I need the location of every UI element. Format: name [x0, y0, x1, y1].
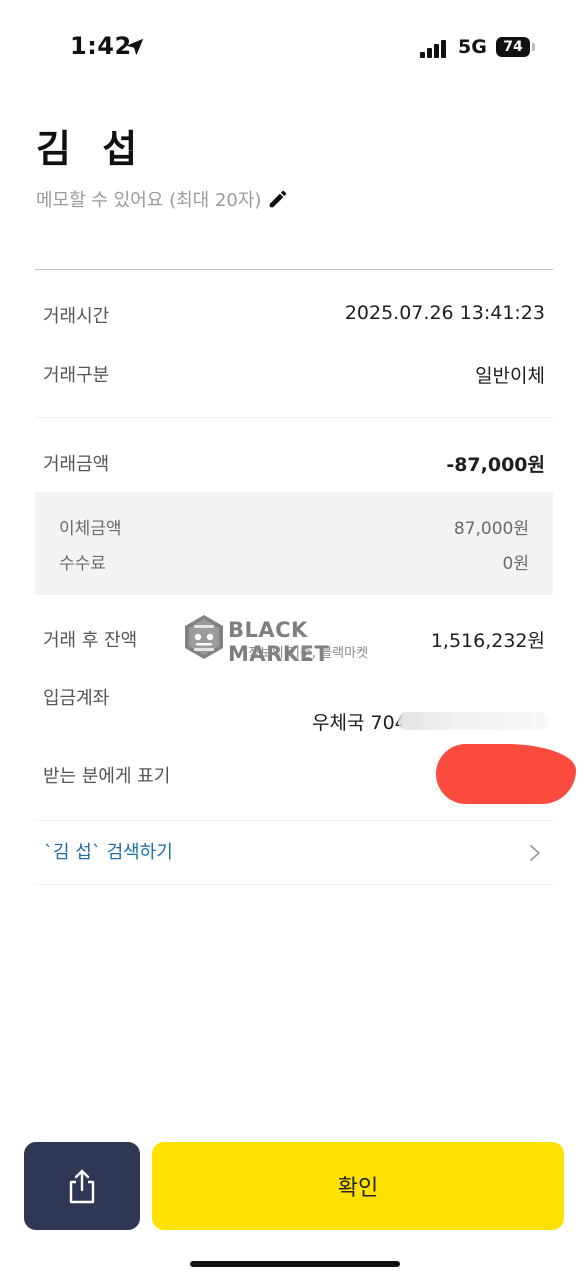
transfer-value: 87,000원	[453, 519, 529, 539]
balance-value: 1,516,232원	[430, 630, 545, 652]
network-label: 5G	[458, 36, 487, 58]
detail-row-time: 거래시간 2025.07.26 13:41:23	[35, 302, 553, 330]
type-value: 일반이체	[475, 365, 545, 387]
memo-placeholder: 메모할 수 있어요 (최대 20자)	[36, 190, 262, 211]
section-divider	[35, 820, 553, 821]
time-label: 거래시간	[43, 306, 110, 327]
watermark-slogan: 정보의 기준, 블랙마켓	[248, 646, 369, 661]
chevron-right-icon[interactable]	[528, 844, 542, 862]
home-indicator[interactable]	[190, 1261, 400, 1267]
recipient-name: 김 섭	[36, 127, 140, 171]
detail-row-account: 입금계좌	[35, 684, 553, 712]
time-value: 2025.07.26 13:41:23	[344, 302, 545, 324]
type-label: 거래구분	[43, 365, 110, 386]
account-label: 입금계좌	[43, 688, 110, 709]
fee-value: 0원	[502, 554, 529, 574]
header-divider	[35, 269, 553, 270]
amount-label: 거래금액	[43, 454, 110, 475]
confirm-button[interactable]: 확인	[152, 1142, 564, 1230]
battery-level: 74	[503, 39, 523, 55]
detail-row-type: 거래구분 일반이체	[35, 361, 553, 389]
search-recipient-link[interactable]: `김 섭` 검색하기	[44, 838, 173, 864]
pencil-icon[interactable]	[267, 188, 289, 210]
share-icon	[69, 1169, 95, 1204]
redaction-mark	[436, 744, 576, 804]
memo-field[interactable]: 메모할 수 있어요 (최대 20자)	[36, 186, 289, 212]
status-bar: 1:42 5G 74	[0, 0, 588, 96]
signal-icon	[420, 38, 450, 58]
watermark: BLACK MARKET 정보의 기준, 블랙마켓	[182, 614, 404, 666]
status-time: 1:42	[70, 32, 132, 60]
account-number-blurred	[398, 712, 548, 730]
location-arrow-icon	[126, 38, 144, 56]
balance-label: 거래 후 잔액	[43, 630, 138, 651]
amount-breakdown: 이체금액 87,000원 수수료 0원	[35, 492, 553, 595]
fee-label: 수수료	[59, 554, 106, 574]
display-label: 받는 분에게 표기	[43, 766, 171, 787]
battery-icon: 74	[496, 37, 536, 59]
detail-row-amount: 거래금액 -87,000원	[35, 450, 553, 478]
share-button[interactable]	[24, 1142, 140, 1230]
section-divider	[35, 884, 553, 885]
watermark-logo	[185, 615, 223, 659]
account-value: 우체국 704	[312, 712, 402, 734]
transfer-label: 이체금액	[59, 519, 122, 539]
section-divider	[35, 417, 553, 418]
amount-value: -87,000원	[446, 454, 545, 476]
